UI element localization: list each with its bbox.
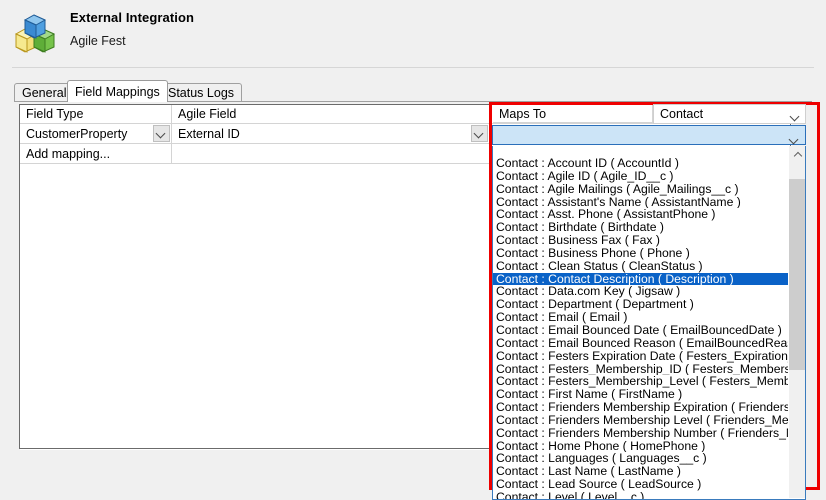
external-integration-dialog: External Integration Agile Fest General … [0,0,826,500]
dropdown-option[interactable]: Contact : Contact Description ( Descript… [493,272,789,286]
dropdown-option[interactable]: Contact : Agile Mailings ( Agile_Mailing… [493,183,789,196]
dropdown-option[interactable]: Contact : Agile ID ( Agile_ID__c ) [493,170,789,183]
dropdown-option[interactable]: Contact : Email ( Email ) [493,311,789,324]
dialog-header: External Integration Agile Fest [0,0,826,68]
dropdown-option[interactable]: Contact : Level ( Level__c ) [493,491,789,499]
tab-field-mappings[interactable]: Field Mappings [67,80,168,102]
tab-general[interactable]: General [14,83,75,101]
column-header-maps-to[interactable]: Maps To [493,105,653,123]
dropdown-scrollbar[interactable] [788,146,805,498]
dropdown-option[interactable]: Contact : Business Fax ( Fax ) [493,234,789,247]
header-divider [12,67,814,68]
dropdown-option[interactable]: Contact : Data.com Key ( Jigsaw ) [493,285,789,298]
dropdown-option[interactable]: Contact : Frienders Membership Number ( … [493,427,789,440]
dropdown-option[interactable]: Contact : Festers Expiration Date ( Fest… [493,350,789,363]
chevron-down-icon[interactable] [791,110,800,124]
dropdown-option[interactable]: Contact : Festers_Membership_ID ( Fester… [493,363,789,376]
dropdown-option[interactable]: Contact : Assistant's Name ( AssistantNa… [493,196,789,209]
maps-to-dropdown-list[interactable]: Contact : Account ID ( AccountId ) Contac… [492,146,806,500]
dropdown-option[interactable]: Contact : Lead Source ( LeadSource ) [493,478,789,491]
page-subtitle: Agile Fest [70,34,126,48]
tab-status-logs[interactable]: Status Logs [160,83,243,101]
dropdown-option[interactable]: Contact : Frienders Membership Level ( F… [493,414,789,427]
cell-agile-field-value: External ID [178,127,240,141]
dropdown-option[interactable]: Contact : Last Name ( LastName ) [493,465,789,478]
dropdown-option[interactable]: Contact : Frienders Membership Expiratio… [493,401,789,414]
target-object-combo[interactable]: Contact [653,104,806,124]
dropdown-option[interactable]: Contact : Languages ( Languages__c ) [493,452,789,465]
dropdown-option[interactable]: Contact : Account ID ( AccountId ) [493,157,789,170]
target-object-value: Contact [660,107,704,121]
field-type-dropdown-button[interactable] [153,125,170,142]
add-mapping-cell[interactable]: Add mapping... [20,144,172,164]
page-title: External Integration [70,10,195,25]
column-header-agile-field[interactable]: Agile Field [172,105,490,124]
dropdown-option[interactable]: Contact : Department ( Department ) [493,298,789,311]
add-mapping-label: Add mapping... [26,147,111,161]
cell-agile-field[interactable]: External ID [172,124,490,144]
agile-field-dropdown-button[interactable] [471,125,488,142]
maps-to-option-container: Contact : Account ID ( AccountId ) Contac… [493,157,789,499]
dropdown-option[interactable]: Contact : Business Phone ( Phone ) [493,247,789,260]
tab-strip: General Field Mappings Status Logs [14,80,812,102]
chevron-down-icon [475,129,484,138]
dropdown-option[interactable]: Contact : First Name ( FirstName ) [493,388,789,401]
scroll-up-button[interactable] [789,146,805,163]
blocks-icon [12,11,58,57]
column-header-field-type[interactable]: Field Type [20,105,172,124]
dropdown-option[interactable]: Contact : Home Phone ( HomePhone ) [493,440,789,453]
dropdown-option[interactable]: Contact : Asst. Phone ( AssistantPhone ) [493,208,789,221]
cell-field-type[interactable]: CustomerProperty [20,124,172,144]
dropdown-option[interactable]: Contact : Festers_Membership_Level ( Fes… [493,375,789,388]
dropdown-option[interactable]: Contact : Birthdate ( Birthdate ) [493,221,789,234]
cell-field-type-value: CustomerProperty [26,127,128,141]
chevron-up-icon [794,151,802,159]
scrollbar-thumb[interactable] [789,179,805,371]
dropdown-option[interactable]: Contact : Email Bounced Date ( EmailBoun… [493,324,789,337]
add-mapping-agile-cell[interactable] [172,144,490,164]
dropdown-option[interactable]: Contact : Email Bounced Reason ( EmailBo… [493,337,789,350]
dropdown-option[interactable]: Contact : Clean Status ( CleanStatus ) [493,260,789,273]
chevron-down-icon [157,129,166,138]
maps-to-combo-input[interactable] [492,125,806,145]
